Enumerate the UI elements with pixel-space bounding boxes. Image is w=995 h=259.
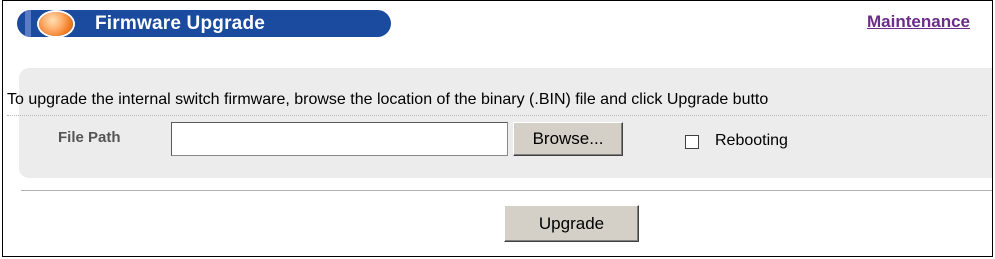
file-path-input[interactable] [171, 122, 508, 156]
title-bar-accent [25, 10, 31, 37]
orange-orb-icon [39, 12, 73, 36]
instructions-text: To upgrade the internal switch firmware,… [7, 91, 987, 116]
upgrade-button[interactable]: Upgrade [504, 205, 639, 242]
rebooting-checkbox[interactable] [685, 135, 699, 149]
browse-button[interactable]: Browse... [513, 122, 623, 156]
page-title: Firmware Upgrade [95, 13, 266, 34]
rebooting-label: Rebooting [715, 132, 788, 149]
title-bar: Firmware Upgrade [17, 10, 391, 37]
divider [21, 190, 992, 191]
firmware-upgrade-window: Firmware Upgrade Maintenance To upgrade … [2, 0, 993, 257]
file-path-label: File Path [58, 129, 121, 146]
maintenance-link[interactable]: Maintenance [867, 12, 970, 32]
